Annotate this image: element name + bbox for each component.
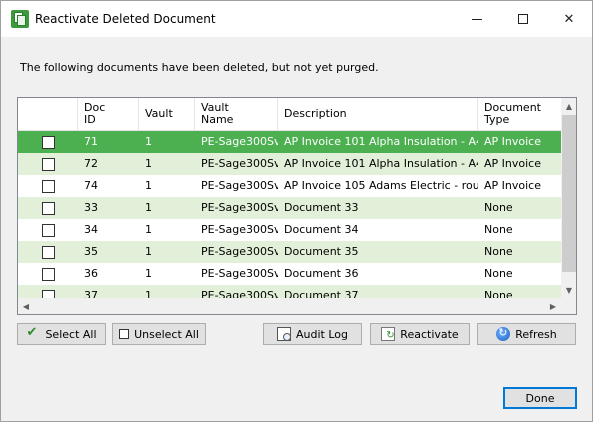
- close-button[interactable]: ✕: [546, 1, 592, 37]
- maximize-button[interactable]: [500, 1, 546, 37]
- close-icon: ✕: [563, 11, 575, 27]
- row-checkbox[interactable]: [42, 136, 55, 149]
- cell-doc-id: 72: [84, 157, 98, 170]
- minimize-button[interactable]: [454, 1, 500, 37]
- refresh-label: Refresh: [515, 327, 557, 341]
- grid-header: Doc ID Vault Vault Name Description Docu…: [18, 98, 561, 131]
- header-vault-name[interactable]: Vault Name: [195, 98, 278, 130]
- reactivate-label: Reactivate: [400, 327, 459, 341]
- row-checkbox[interactable]: [42, 224, 55, 237]
- cell-doc-id: 33: [84, 201, 98, 214]
- cell-vault: 1: [145, 245, 152, 258]
- audit-log-label: Audit Log: [296, 327, 348, 341]
- horizontal-scrollbar[interactable]: ◀ ▶: [18, 298, 561, 314]
- magnifier-document-icon: [277, 327, 291, 341]
- header-vault[interactable]: Vault: [139, 98, 195, 130]
- cell-vault: 1: [145, 201, 152, 214]
- row-checkbox[interactable]: [42, 246, 55, 259]
- cell-vault: 1: [145, 135, 152, 148]
- row-checkbox[interactable]: [42, 202, 55, 215]
- title-bar: Reactivate Deleted Document ✕: [1, 1, 592, 37]
- unselect-all-button[interactable]: Unselect All: [112, 323, 206, 345]
- scroll-up-icon[interactable]: ▲: [561, 98, 576, 114]
- select-all-button[interactable]: Select All: [17, 323, 106, 345]
- cell-document-type: AP Invoice: [484, 135, 541, 148]
- table-row[interactable]: 35 1 PE-Sage300Svr Document 35 None: [18, 241, 561, 263]
- select-all-label: Select All: [45, 327, 97, 341]
- vertical-scroll-thumb[interactable]: [562, 115, 576, 272]
- row-checkbox[interactable]: [42, 180, 55, 193]
- minimize-icon: [472, 18, 482, 20]
- cell-vault-name: PE-Sage300Svr: [201, 135, 278, 148]
- reactivate-document-icon: [381, 327, 396, 341]
- header-doc-id[interactable]: Doc ID: [78, 98, 139, 130]
- cell-vault: 1: [145, 223, 152, 236]
- refresh-globe-icon: [496, 326, 511, 341]
- scroll-left-icon[interactable]: ◀: [18, 298, 34, 314]
- vertical-scrollbar[interactable]: ▲ ▼: [561, 98, 576, 298]
- cell-document-type: None: [484, 201, 513, 214]
- scroll-corner: [561, 298, 576, 314]
- audit-log-button[interactable]: Audit Log: [263, 323, 362, 345]
- window-title: Reactivate Deleted Document: [35, 12, 216, 26]
- cell-vault: 1: [145, 157, 152, 170]
- table-row[interactable]: 33 1 PE-Sage300Svr Document 33 None: [18, 197, 561, 219]
- cell-description: AP Invoice 105 Adams Electric - route ..…: [284, 179, 478, 192]
- cell-vault: 1: [145, 267, 152, 280]
- cell-document-type: None: [484, 223, 513, 236]
- scroll-right-icon[interactable]: ▶: [545, 298, 561, 314]
- header-description[interactable]: Description: [278, 98, 478, 130]
- cell-vault-name: PE-Sage300Svr: [201, 223, 278, 236]
- table-row[interactable]: 34 1 PE-Sage300Svr Document 34 None: [18, 219, 561, 241]
- cell-doc-id: 36: [84, 267, 98, 280]
- cell-document-type: None: [484, 245, 513, 258]
- cell-vault: 1: [145, 179, 152, 192]
- done-button[interactable]: Done: [503, 387, 577, 409]
- cell-description: AP Invoice 101 Alpha Insulation - A42...: [284, 135, 478, 148]
- cell-description: Document 36: [284, 267, 359, 280]
- header-document-type[interactable]: Document Type: [478, 98, 561, 130]
- cell-vault-name: PE-Sage300Svr: [201, 201, 278, 214]
- row-checkbox[interactable]: [42, 158, 55, 171]
- cell-doc-id: 34: [84, 223, 98, 236]
- prompt-text: The following documents have been delete…: [20, 61, 379, 74]
- cell-document-type: AP Invoice: [484, 179, 541, 192]
- app-icon: [11, 10, 29, 28]
- table-row[interactable]: 74 1 PE-Sage300Svr AP Invoice 105 Adams Ele…: [18, 175, 561, 197]
- reactivate-dialog: Reactivate Deleted Document ✕ The follow…: [0, 0, 593, 422]
- reactivate-button[interactable]: Reactivate: [370, 323, 470, 345]
- cell-doc-id: 71: [84, 135, 98, 148]
- scroll-down-icon[interactable]: ▼: [561, 282, 576, 298]
- cell-description: AP Invoice 101 Alpha Insulation - A42...: [284, 157, 478, 170]
- unselect-all-label: Unselect All: [134, 327, 199, 341]
- cell-doc-id: 74: [84, 179, 98, 192]
- table-row[interactable]: 36 1 PE-Sage300Svr Document 36 None: [18, 263, 561, 285]
- cell-description: Document 33: [284, 201, 359, 214]
- refresh-button[interactable]: Refresh: [477, 323, 576, 345]
- cell-vault-name: PE-Sage300Svr: [201, 267, 278, 280]
- cell-vault-name: PE-Sage300Svr: [201, 245, 278, 258]
- deleted-documents-grid: Doc ID Vault Vault Name Description Docu…: [17, 97, 577, 315]
- cell-description: Document 34: [284, 223, 359, 236]
- cell-vault-name: PE-Sage300Svr: [201, 157, 278, 170]
- green-check-icon: [26, 325, 40, 341]
- cell-document-type: None: [484, 267, 513, 280]
- cell-description: Document 35: [284, 245, 359, 258]
- header-checkbox-column[interactable]: [18, 98, 78, 130]
- cell-document-type: AP Invoice: [484, 157, 541, 170]
- cell-vault-name: PE-Sage300Svr: [201, 179, 278, 192]
- maximize-icon: [518, 14, 528, 24]
- empty-checkbox-icon: [119, 329, 130, 339]
- table-row[interactable]: 71 1 PE-Sage300Svr AP Invoice 101 Alpha Ins…: [18, 131, 561, 153]
- row-checkbox[interactable]: [42, 268, 55, 281]
- table-row[interactable]: 72 1 PE-Sage300Svr AP Invoice 101 Alpha Ins…: [18, 153, 561, 175]
- cell-doc-id: 35: [84, 245, 98, 258]
